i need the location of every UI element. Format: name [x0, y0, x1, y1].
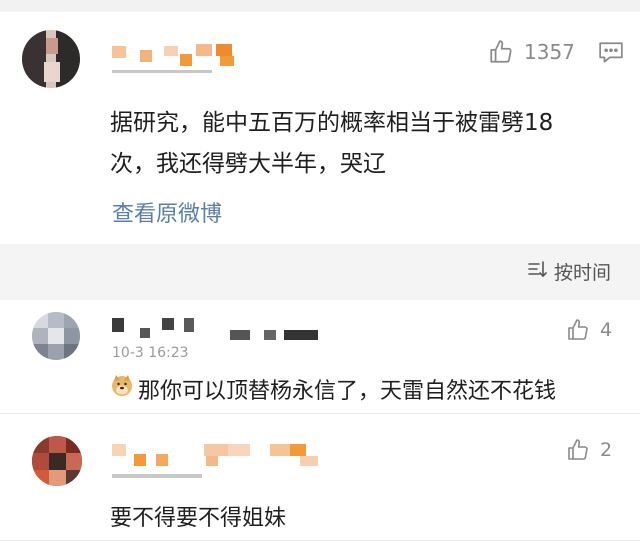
- reply-timestamp-obscured: [112, 474, 202, 478]
- divider: [0, 540, 640, 541]
- reply-like-count: 2: [600, 439, 613, 461]
- reply-text: 那你可以顶替杨永信了，天雷自然还不花钱: [138, 379, 557, 404]
- sort-by-time-button[interactable]: 按时间: [526, 258, 611, 285]
- top-strip: [0, 0, 640, 12]
- thumbs-up-icon: [566, 438, 590, 462]
- reply-card: 10-3 16:23 4 那你可以顶替杨永信了，天雷自然还不花钱: [0, 300, 640, 413]
- reply-avatar[interactable]: [32, 436, 82, 486]
- reply-card: 2 要不得要不得姐妹: [0, 414, 640, 549]
- main-like-button[interactable]: 1357: [488, 39, 575, 65]
- view-original-link[interactable]: 查看原微博: [112, 196, 222, 228]
- main-timestamp-obscured: [112, 70, 212, 78]
- main-comment-card: 1357 据研究，能中五百万的概率相当于被雷劈18 次，我还得劈大半年，哭辽 查…: [0, 12, 640, 244]
- reply-timestamp: 10-3 16:23: [112, 346, 189, 358]
- reply-like-button[interactable]: 4: [566, 318, 612, 342]
- main-reply-icon[interactable]: [598, 41, 624, 69]
- main-comment-text-line1: 据研究，能中五百万的概率相当于被雷劈18: [110, 110, 554, 136]
- reply-username-mosaic[interactable]: [112, 316, 322, 342]
- main-avatar[interactable]: [22, 30, 80, 88]
- reply-text: 要不得要不得姐妹: [110, 506, 287, 531]
- main-comment-text-line2: 次，我还得劈大半年，哭辽: [110, 151, 386, 177]
- sort-label: 按时间: [554, 262, 612, 284]
- reply-like-count: 4: [600, 319, 613, 341]
- main-like-count: 1357: [524, 40, 575, 64]
- reply-username-mosaic[interactable]: [112, 442, 322, 468]
- reply-like-button[interactable]: 2: [566, 438, 612, 462]
- thumbs-up-icon: [488, 39, 514, 65]
- main-username-mosaic[interactable]: [112, 40, 242, 70]
- sort-icon: [526, 258, 548, 285]
- doge-emoji-icon: [110, 373, 134, 397]
- thumbs-up-icon: [566, 318, 590, 342]
- reply-avatar[interactable]: [32, 312, 80, 360]
